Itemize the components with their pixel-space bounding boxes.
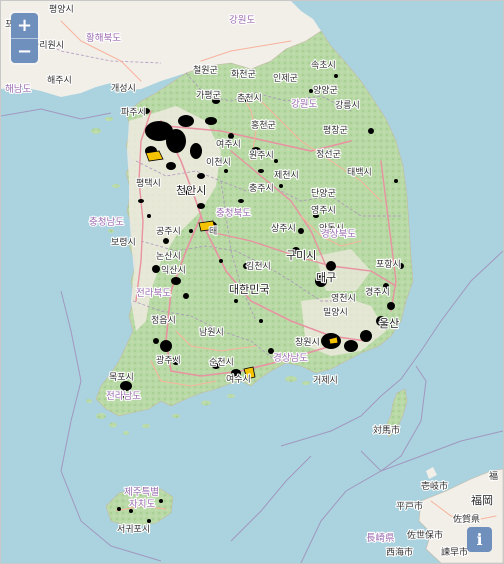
- label-yangyang: 양양군: [313, 85, 338, 96]
- label-sokcho: 속초시: [311, 60, 336, 71]
- label-hwanghae-south: 해남도: [5, 83, 31, 95]
- label-korea: 대한민국: [229, 283, 269, 296]
- label-jeonbuk: 전라북도: [136, 288, 171, 299]
- label-jeju-province: 제주특별: [124, 487, 159, 498]
- label-gyeongnam: 경상남도: [273, 352, 308, 364]
- label-daegu: 대구: [316, 271, 336, 284]
- label-cheorwon: 철원군: [193, 65, 218, 76]
- label-gangwon: 강원도: [291, 99, 317, 110]
- label-gumi: 구미시: [286, 249, 316, 262]
- label-chungju: 충주시: [249, 183, 274, 194]
- label-pyongyang: 평양시: [49, 4, 74, 15]
- label-haeju: 해주시: [47, 75, 72, 86]
- label-saikai: 西海市: [386, 546, 413, 558]
- label-yeoju: 여주시: [216, 138, 241, 150]
- label-jeonnam: 전라남도: [106, 391, 141, 402]
- label-gongju: 공주시: [156, 226, 181, 237]
- label-hwanghae-north: 황해북도: [86, 32, 121, 44]
- label-iksan: 익산시: [161, 264, 186, 276]
- label-wonju: 원주시: [249, 150, 274, 161]
- label-sasebo: 佐世保市: [407, 529, 443, 541]
- label-yeongcheon: 영천시: [331, 293, 356, 304]
- label-icheon: 이천시: [206, 157, 231, 168]
- label-suncheon: 순천시: [209, 357, 234, 368]
- label-gangwon-north: 강원도: [229, 15, 255, 26]
- label-geoje: 거제시: [313, 375, 338, 386]
- label-hwacheon: 화천군: [231, 69, 256, 80]
- label-daejeon-frag: 대: [209, 226, 217, 237]
- label-seogwipo: 서귀포시: [117, 524, 150, 535]
- zoom-out-button[interactable]: −: [11, 38, 38, 63]
- label-gyeongbuk: 경상북도: [321, 228, 356, 240]
- label-jeongeup: 정읍시: [151, 315, 176, 326]
- label-isahaya: 諫早市: [441, 546, 468, 558]
- label-namwon: 남원시: [199, 327, 224, 338]
- label-cheonan: 천안시: [176, 183, 206, 197]
- label-boryeong: 보령시: [111, 236, 136, 248]
- label-hongcheon: 홍천군: [251, 119, 276, 131]
- info-button[interactable]: i: [467, 527, 492, 552]
- label-hirado: 平戸市: [396, 500, 423, 512]
- label-jecheon: 제천시: [274, 170, 299, 181]
- label-gyeongju: 경주시: [365, 286, 390, 298]
- label-miryang: 밀양시: [323, 306, 348, 318]
- label-chuncheon: 춘천시: [237, 93, 262, 104]
- label-chungnam: 충청남도: [89, 217, 124, 228]
- label-jeongseon: 정선군: [316, 149, 341, 160]
- label-nonsan: 논산시: [156, 251, 181, 262]
- label-gimcheon: 김천시: [246, 260, 271, 272]
- label-nagasaki: 長崎県: [366, 532, 395, 544]
- label-tsushima: 対馬市: [373, 424, 400, 436]
- label-ulsan: 울산: [379, 317, 399, 330]
- label-saga: 佐賀県: [453, 513, 480, 525]
- label-gapyeong: 가평군: [196, 90, 221, 101]
- label-iki: 壱岐市: [421, 480, 448, 492]
- label-pyeongchang: 평창군: [323, 125, 348, 136]
- label-jeju-city: 자치도: [129, 498, 155, 510]
- label-taebaek: 태백시: [347, 167, 372, 178]
- label-fukuoka-frag: 福: [489, 470, 498, 482]
- label-fukuoka: 福岡: [471, 493, 493, 507]
- map-container[interactable]: 평양시 포 강원도 황해북도 사리원시 해주시 해남도 개성시 철원군 화천군 …: [0, 0, 504, 564]
- label-pyeongtaek: 평택시: [136, 178, 161, 189]
- label-mokpo: 목포시: [109, 372, 134, 383]
- label-inje: 인제군: [273, 73, 298, 84]
- label-gwangju: 광주시: [156, 354, 181, 366]
- label-changwon: 창원시: [295, 337, 320, 348]
- zoom-in-button[interactable]: +: [11, 13, 38, 38]
- map-canvas[interactable]: 평양시 포 강원도 황해북도 사리원시 해주시 해남도 개성시 철원군 화천군 …: [1, 1, 503, 563]
- label-gangneung: 강릉시: [335, 100, 360, 111]
- label-chungbuk: 충청북도: [216, 208, 251, 219]
- label-yeosu: 여수시: [226, 373, 251, 385]
- zoom-control: + −: [11, 13, 38, 63]
- label-sangju: 상주시: [271, 223, 296, 234]
- label-yeongju: 영주시: [311, 205, 336, 216]
- label-pohang: 포항시: [376, 259, 401, 270]
- label-kaesong: 개성시: [111, 83, 136, 94]
- label-danyang: 단양군: [311, 188, 336, 199]
- label-paju: 파주시: [121, 107, 146, 118]
